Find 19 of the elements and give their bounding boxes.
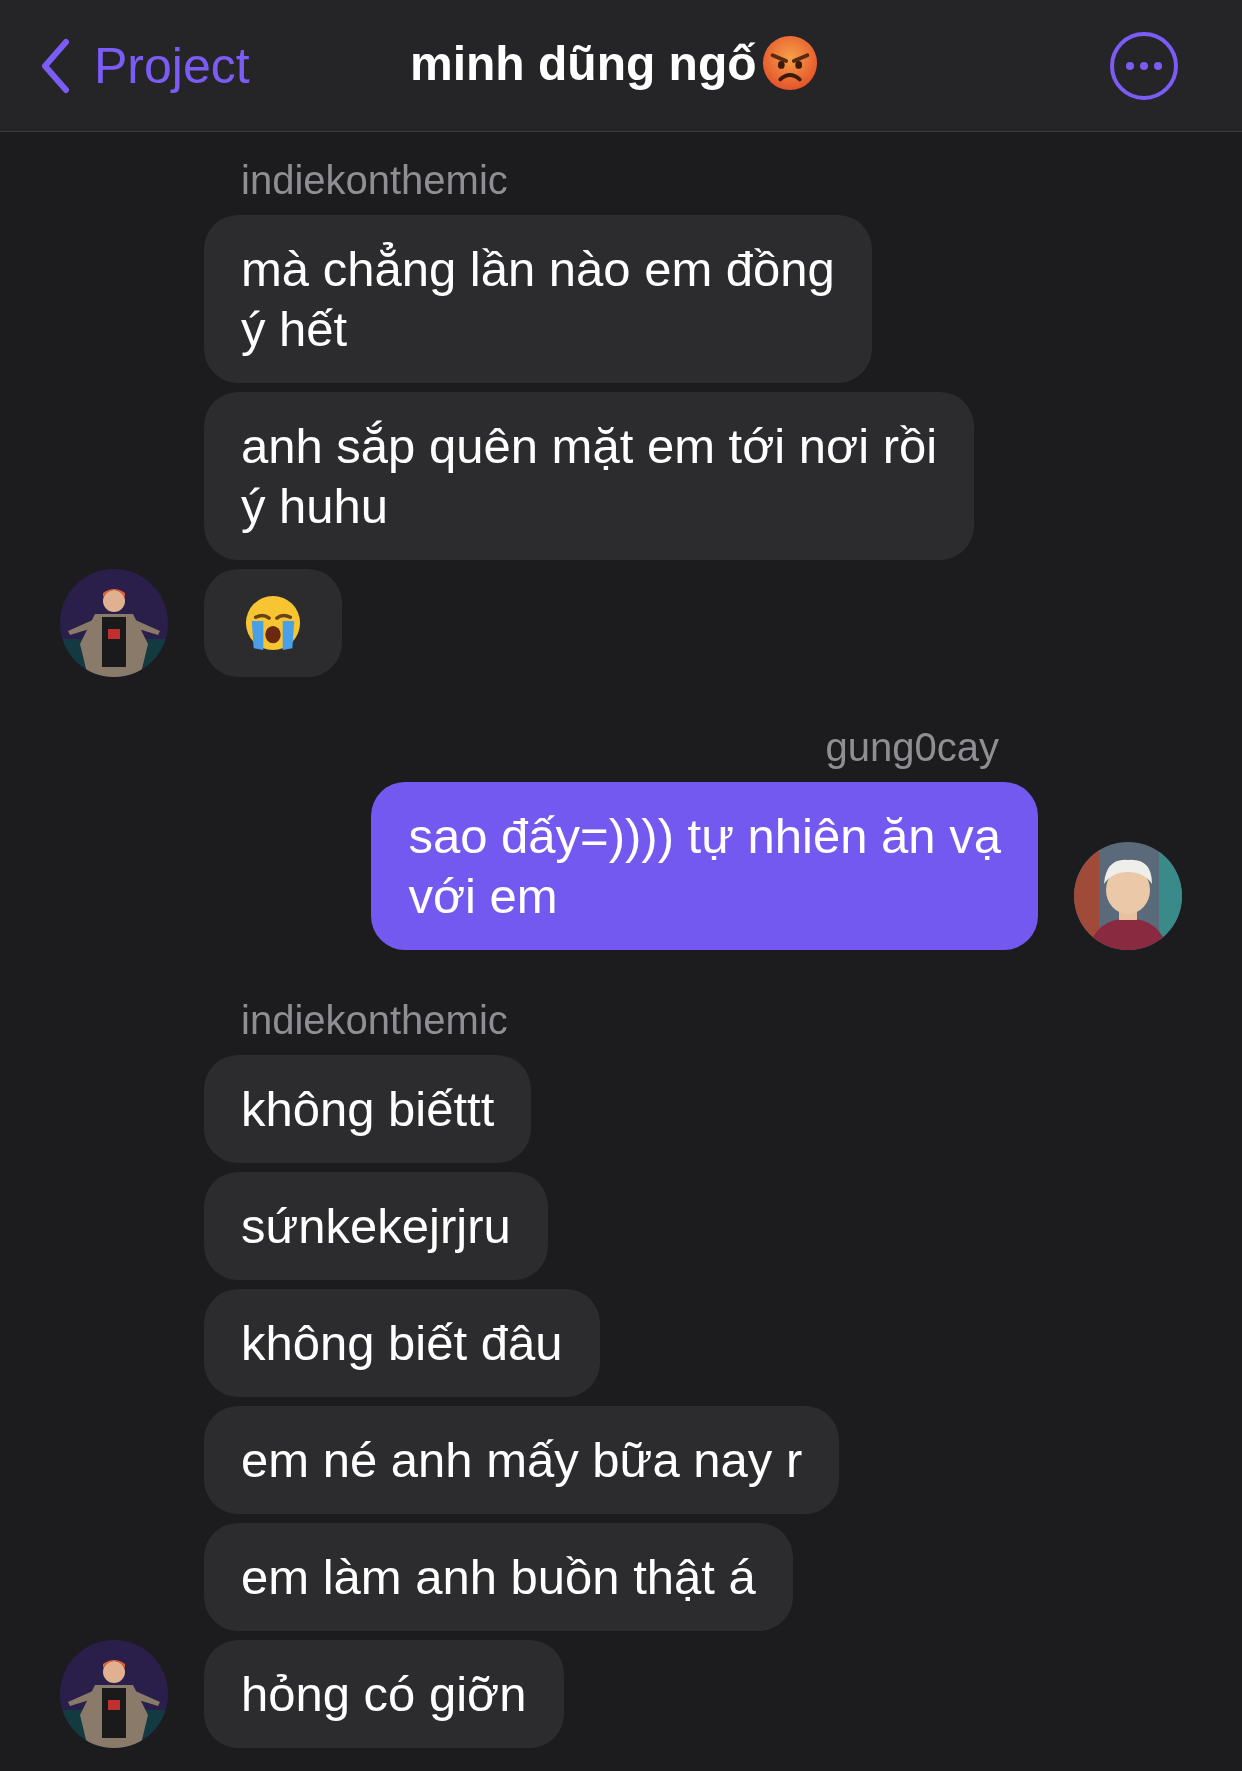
- back-button[interactable]: Project: [0, 36, 250, 95]
- message-bubble: anh sắp quên mặt em tới nơi rồi ý huhu: [204, 392, 975, 560]
- sender-name: indiekonthemic: [240, 157, 509, 204]
- message-bubble: hỏng có giỡn: [204, 1640, 564, 1748]
- sender-name: gung0cay: [824, 724, 1000, 771]
- sender-name: indiekonthemic: [240, 997, 509, 1044]
- message-bubble: sao đấy=)))) tự nhiên ăn vạ với em: [371, 782, 1038, 950]
- message-bubble: không biếttt: [204, 1055, 532, 1163]
- back-chevron-icon: [40, 37, 70, 94]
- message-bubble: em né anh mấy bữa nay r: [204, 1406, 840, 1514]
- crying-face-icon: [244, 594, 302, 652]
- message-bubble: em làm anh buồn thật á: [204, 1523, 793, 1631]
- ellipsis-icon: [1124, 61, 1164, 71]
- message-bubble: không biết đâu: [204, 1289, 600, 1397]
- message-bubble: mà chẳng lần nào em đồng ý hết: [204, 215, 872, 383]
- message-bubble: sứnkekejrjru: [204, 1172, 548, 1280]
- angry-face-icon: [760, 34, 819, 92]
- chat-title: minh dũng ngố: [410, 35, 757, 91]
- more-options-button[interactable]: [1110, 32, 1178, 100]
